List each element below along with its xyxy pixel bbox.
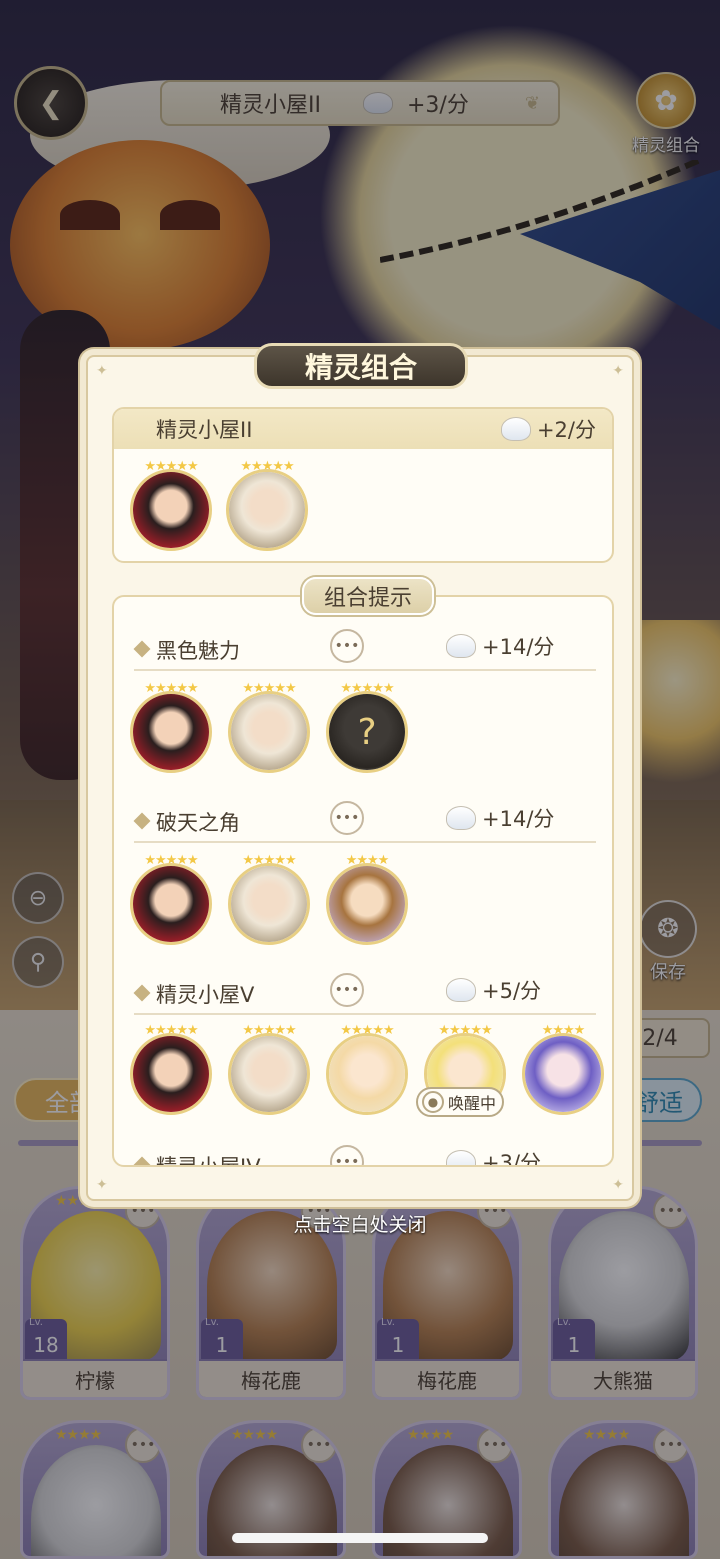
diamond-icon [133, 640, 151, 658]
unknown-sprite-portrait[interactable]: ? [326, 691, 408, 773]
sprite-portrait[interactable] [130, 691, 212, 773]
combo-row: 精灵小屋IV ••• +3/分 [114, 1143, 612, 1167]
current-combo-box: 精灵小屋II +2/分 ★★★★★ ★★★★★ [112, 407, 614, 563]
combo-rate-group: +14/分 [446, 803, 554, 833]
combo-name: 精灵小屋V [156, 983, 255, 1007]
home-indicator[interactable] [232, 1533, 488, 1543]
divider [134, 1013, 596, 1015]
divider [134, 669, 596, 671]
more-icon[interactable]: ••• [330, 973, 364, 1007]
combo-rate: +3/分 [482, 1151, 542, 1167]
sprite-portrait[interactable] [228, 691, 310, 773]
sprite-portrait[interactable] [130, 863, 212, 945]
current-combo-rate: +2/分 [536, 418, 596, 442]
corner-ornament: ✦ [612, 1177, 624, 1193]
combo-row: 精灵小屋V ••• +5/分 [114, 971, 612, 1015]
modal-title: 精灵组合 [254, 343, 468, 389]
sprite-portrait[interactable] [228, 1033, 310, 1115]
location-pin-icon: ● [422, 1091, 444, 1113]
shell-icon [500, 417, 531, 441]
combo-name: 黑色魅力 [156, 639, 240, 663]
close-tip: 点击空白处关闭 [293, 1214, 427, 1236]
combo-rate: +5/分 [482, 979, 542, 1003]
sprite-portrait[interactable] [326, 1033, 408, 1115]
more-icon[interactable]: ••• [330, 801, 364, 835]
combo-name: 精灵小屋IV [156, 1155, 261, 1167]
shell-icon [446, 978, 476, 1002]
current-combo-rate-group: +2/分 [500, 414, 596, 444]
divider [134, 841, 596, 843]
question-icon: ? [357, 711, 377, 753]
corner-ornament: ✦ [96, 363, 108, 379]
diamond-icon [133, 984, 151, 1002]
combo-row: 黑色魅力 ••• +14/分 [114, 627, 612, 671]
shell-icon [446, 634, 476, 658]
combo-name: 破天之角 [156, 811, 240, 835]
combo-rate: +14/分 [482, 635, 555, 659]
current-combo-name: 精灵小屋II [156, 418, 253, 442]
combo-rate-group: +14/分 [446, 631, 554, 661]
combo-hint-box: 黑色魅力 ••• +14/分 ★★★★★ ★★★★★ ★★★★★ ? 破天之角 … [112, 595, 614, 1167]
sprite-portrait[interactable] [130, 469, 212, 551]
waking-badge: ● 唤醒中 [416, 1087, 504, 1117]
current-combo-header: 精灵小屋II +2/分 [114, 409, 612, 449]
sprite-portrait[interactable] [522, 1033, 604, 1115]
combo-rate-group: +3/分 [446, 1147, 542, 1167]
more-icon[interactable]: ••• [330, 1145, 364, 1165]
shell-icon [446, 1150, 476, 1165]
sprite-portrait[interactable] [228, 863, 310, 945]
sprite-portrait[interactable] [326, 863, 408, 945]
sprite-portrait[interactable] [226, 469, 308, 551]
combo-rate: +14/分 [482, 807, 555, 831]
diamond-icon [133, 812, 151, 830]
combo-row: 破天之角 ••• +14/分 [114, 799, 612, 843]
corner-ornament: ✦ [96, 1177, 108, 1193]
combo-modal: ✦ ✦ ✦ ✦ 精灵组合 精灵小屋II +2/分 ★★★★★ ★★★★★ 黑色魅… [86, 343, 634, 1201]
sprite-portrait[interactable] [130, 1033, 212, 1115]
shell-icon [446, 806, 476, 830]
diamond-icon [133, 1156, 151, 1165]
waking-label: 唤醒中 [448, 1094, 497, 1113]
corner-ornament: ✦ [612, 363, 624, 379]
more-icon[interactable]: ••• [330, 629, 364, 663]
combo-rate-group: +5/分 [446, 975, 541, 1005]
combo-hint-title: 组合提示 [302, 577, 434, 615]
